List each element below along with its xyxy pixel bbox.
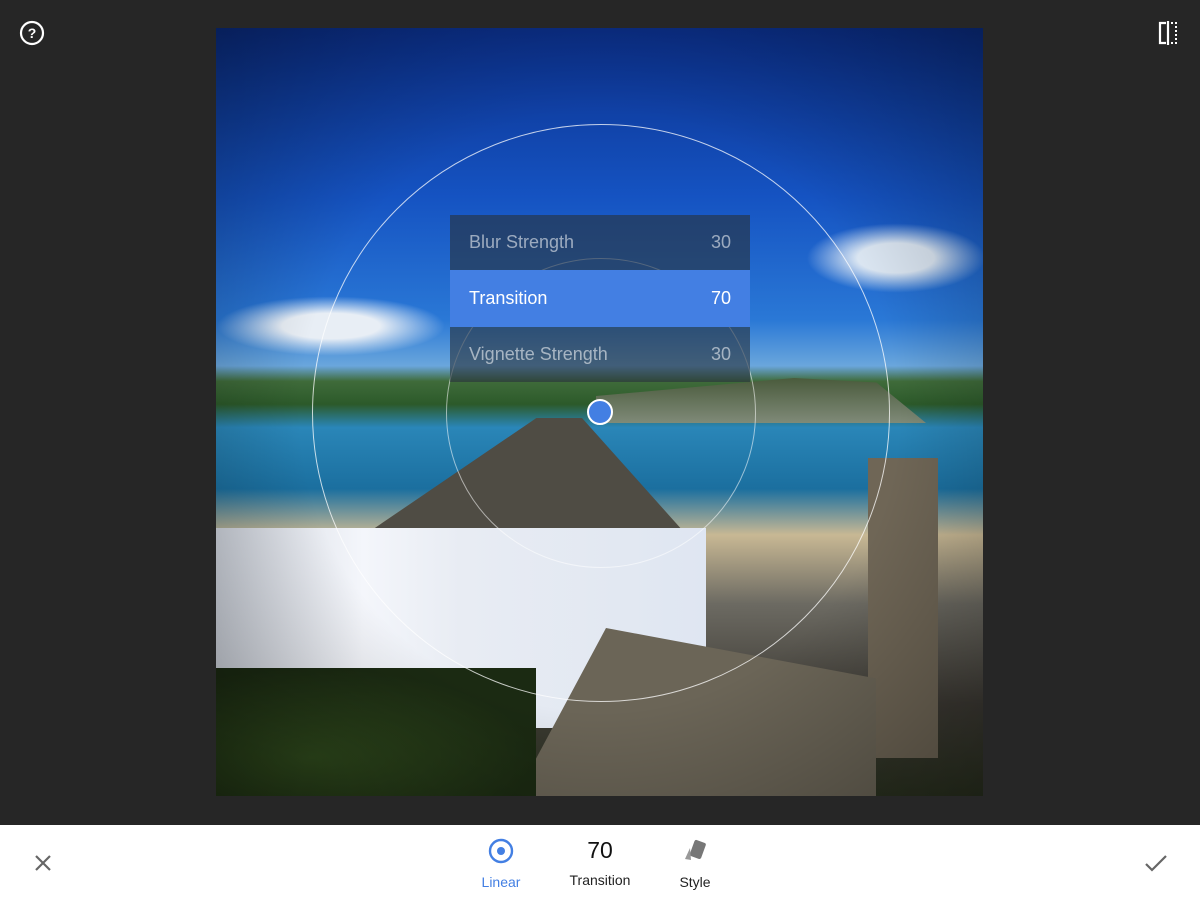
linear-label: Linear	[481, 874, 521, 890]
adjust-menu: Blur Strength 30 Transition 70 Vignette …	[450, 215, 750, 382]
check-icon	[1145, 855, 1167, 872]
menu-item-vignette-strength[interactable]: Vignette Strength 30	[450, 327, 750, 382]
style-cards-icon	[685, 839, 706, 860]
parameter-value: 70	[587, 837, 613, 863]
apply-button[interactable]	[1143, 850, 1169, 876]
menu-item-label: Transition	[469, 288, 548, 308]
radio-target-icon	[488, 838, 514, 864]
parameter-name: Transition	[569, 872, 631, 888]
menu-item-label: Blur Strength	[469, 232, 575, 252]
close-icon	[35, 855, 51, 871]
compare-split-icon	[1158, 21, 1177, 45]
parameter-readout[interactable]: 70 Transition	[560, 837, 640, 888]
menu-item-blur-strength[interactable]: Blur Strength 30	[450, 215, 750, 270]
compare-button[interactable]	[1153, 18, 1183, 48]
style-button[interactable]: Style	[670, 838, 720, 890]
menu-item-value: 30	[710, 344, 731, 364]
linear-button[interactable]: Linear	[476, 837, 526, 890]
menu-item-value: 30	[710, 232, 731, 252]
help-button[interactable]: ?	[17, 18, 47, 48]
cancel-button[interactable]	[30, 850, 56, 876]
svg-text:?: ?	[28, 25, 37, 41]
help-circle-icon: ?	[19, 20, 45, 46]
menu-item-value: 70	[710, 288, 731, 308]
menu-item-label: Vignette Strength	[469, 344, 608, 364]
style-label: Style	[679, 874, 711, 890]
bottom-toolbar: Linear 70 Transition Style	[0, 825, 1200, 900]
focus-center-handle[interactable]	[587, 399, 613, 425]
menu-item-transition[interactable]: Transition 70	[450, 270, 750, 327]
